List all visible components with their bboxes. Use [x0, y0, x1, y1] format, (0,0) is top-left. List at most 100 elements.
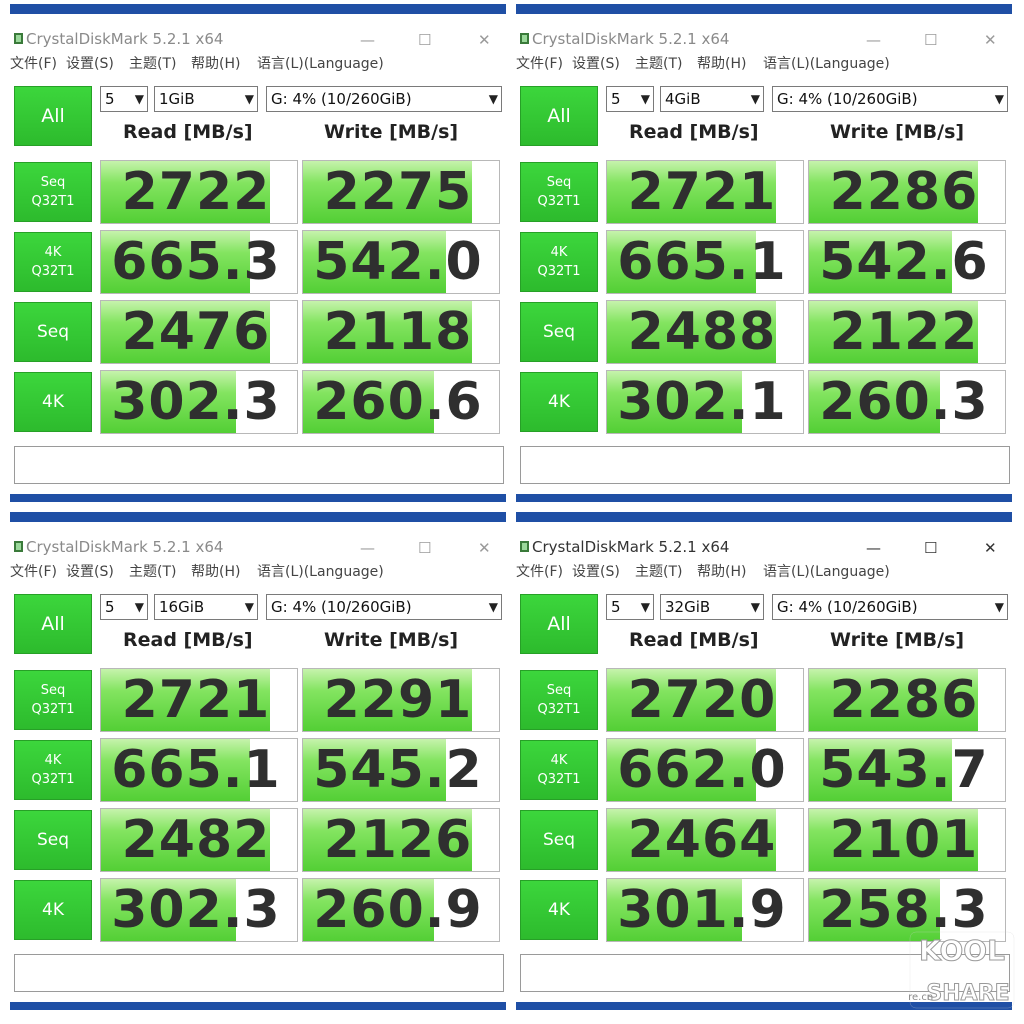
maximize-icon[interactable]: ☐ [924, 32, 937, 48]
close-icon[interactable]: ✕ [984, 32, 997, 48]
count-value: 5 [611, 90, 621, 108]
row-seq-button[interactable]: Seq [14, 810, 92, 870]
size-value: 32GiB [665, 598, 711, 616]
comment-field[interactable] [520, 446, 1010, 484]
row-seq-q32t1-button[interactable]: Seq Q32T1 [14, 670, 92, 730]
write-value: 542.6 [819, 232, 989, 292]
menu-settings[interactable]: 设置(S) [66, 53, 114, 73]
write-cell-4k-q32t1: 542.6 [808, 230, 1006, 294]
menu-help[interactable]: 帮助(H) [697, 53, 746, 73]
drive-value: G: 4% (10/260GiB) [271, 90, 412, 108]
all-button[interactable]: All [520, 86, 598, 146]
menu-help[interactable]: 帮助(H) [191, 561, 240, 581]
count-select[interactable]: 5 ▼ [606, 86, 654, 112]
read-cell-4k-q32t1: 665.1 [606, 230, 804, 294]
close-icon[interactable]: ✕ [478, 540, 491, 556]
maximize-icon[interactable]: ☐ [418, 32, 431, 48]
menu-language[interactable]: 语言(L)(Language) [257, 53, 384, 73]
read-value: 662.0 [617, 740, 787, 800]
menu-theme[interactable]: 主题(T) [635, 53, 682, 73]
all-button[interactable]: All [14, 594, 92, 654]
maximize-icon[interactable]: ☐ [418, 540, 431, 556]
size-select[interactable]: 4GiB ▼ [660, 86, 764, 112]
row-seq-button[interactable]: Seq [14, 302, 92, 362]
drive-select[interactable]: G: 4% (10/260GiB) ▼ [772, 86, 1008, 112]
count-value: 5 [105, 598, 115, 616]
row-4k-q32t1-button[interactable]: 4K Q32T1 [520, 740, 598, 800]
drive-select[interactable]: G: 4% (10/260GiB) ▼ [266, 594, 502, 620]
menu-language[interactable]: 语言(L)(Language) [763, 53, 890, 73]
menu-help[interactable]: 帮助(H) [697, 561, 746, 581]
row-seq-q32t1-button[interactable]: Seq Q32T1 [520, 162, 598, 222]
write-cell-4k-q32t1: 545.2 [302, 738, 500, 802]
menu-settings[interactable]: 设置(S) [572, 561, 620, 581]
row-4k-button[interactable]: 4K [520, 372, 598, 432]
row-label-line2: Q32T1 [537, 264, 581, 279]
write-value: 260.3 [819, 372, 989, 432]
size-select[interactable]: 16GiB ▼ [154, 594, 258, 620]
menu-settings[interactable]: 设置(S) [572, 53, 620, 73]
row-4k-button[interactable]: 4K [14, 880, 92, 940]
read-cell-4k-q32t1: 665.3 [100, 230, 298, 294]
row-seq-q32t1-button[interactable]: Seq Q32T1 [520, 670, 598, 730]
comment-field[interactable] [14, 446, 504, 484]
read-cell-4k: 301.9 [606, 878, 804, 942]
row-seq-button[interactable]: Seq [520, 302, 598, 362]
menu-help[interactable]: 帮助(H) [191, 53, 240, 73]
minimize-icon[interactable]: — [360, 32, 375, 48]
row-label-line1: 4K [44, 245, 62, 260]
row-label-line1: 4K [42, 391, 64, 412]
close-icon[interactable]: ✕ [984, 540, 997, 556]
row-4k-q32t1-button[interactable]: 4K Q32T1 [14, 232, 92, 292]
size-select[interactable]: 32GiB ▼ [660, 594, 764, 620]
row-label-line2: Q32T1 [31, 702, 75, 717]
size-select[interactable]: 1GiB ▼ [154, 86, 258, 112]
menu-theme[interactable]: 主题(T) [129, 561, 176, 581]
window-title: CrystalDiskMark 5.2.1 x64 [532, 30, 730, 48]
drive-select[interactable]: G: 4% (10/260GiB) ▼ [266, 86, 502, 112]
read-value: 2488 [627, 302, 777, 362]
maximize-icon[interactable]: ☐ [924, 540, 937, 556]
menu-theme[interactable]: 主题(T) [129, 53, 176, 73]
row-label-line1: Seq [40, 175, 66, 190]
close-icon[interactable]: ✕ [478, 32, 491, 48]
watermark-brand-bottom: SHARE [926, 981, 1009, 1006]
minimize-icon[interactable]: — [866, 540, 881, 556]
menu-theme[interactable]: 主题(T) [635, 561, 682, 581]
minimize-icon[interactable]: — [866, 32, 881, 48]
watermark-brand-top: KOOL [919, 934, 1005, 967]
window-title: CrystalDiskMark 5.2.1 x64 [26, 538, 224, 556]
write-header: Write [MB/s] [324, 629, 459, 651]
minimize-icon[interactable]: — [360, 540, 375, 556]
count-select[interactable]: 5 ▼ [100, 594, 148, 620]
read-cell-4k: 302.3 [100, 878, 298, 942]
bottom-accent [10, 494, 506, 502]
menu-settings[interactable]: 设置(S) [66, 561, 114, 581]
read-value: 2720 [627, 670, 777, 730]
row-4k-button[interactable]: 4K [14, 372, 92, 432]
menu-file[interactable]: 文件(F) [516, 561, 563, 581]
write-header: Write [MB/s] [830, 121, 965, 143]
count-select[interactable]: 5 ▼ [606, 594, 654, 620]
row-4k-q32t1-button[interactable]: 4K Q32T1 [520, 232, 598, 292]
all-button[interactable]: All [14, 86, 92, 146]
menu-file[interactable]: 文件(F) [516, 53, 563, 73]
comment-field[interactable] [14, 954, 504, 992]
read-value: 301.9 [617, 880, 787, 940]
count-select[interactable]: 5 ▼ [100, 86, 148, 112]
chevron-down-icon: ▼ [244, 600, 254, 614]
row-4k-q32t1-button[interactable]: 4K Q32T1 [14, 740, 92, 800]
write-cell-seq-q32t1: 2291 [302, 668, 500, 732]
window-title: CrystalDiskMark 5.2.1 x64 [26, 30, 224, 48]
drive-select[interactable]: G: 4% (10/260GiB) ▼ [772, 594, 1008, 620]
row-seq-q32t1-button[interactable]: Seq Q32T1 [14, 162, 92, 222]
row-4k-button[interactable]: 4K [520, 880, 598, 940]
menu-file[interactable]: 文件(F) [10, 53, 57, 73]
menu-language[interactable]: 语言(L)(Language) [257, 561, 384, 581]
row-seq-button[interactable]: Seq [520, 810, 598, 870]
menu-language[interactable]: 语言(L)(Language) [763, 561, 890, 581]
menu-file[interactable]: 文件(F) [10, 561, 57, 581]
chevron-down-icon: ▼ [134, 92, 144, 106]
watermark-url: koolshare.cn [908, 992, 933, 1003]
all-button[interactable]: All [520, 594, 598, 654]
